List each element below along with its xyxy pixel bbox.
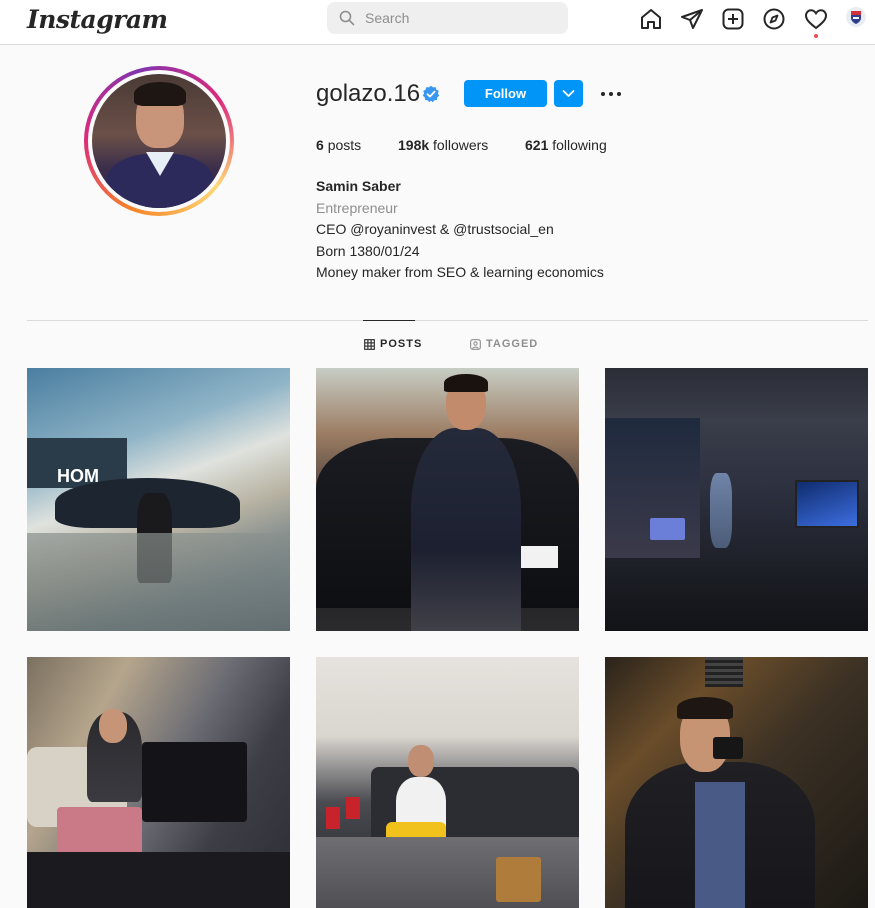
explore-icon[interactable] [762, 7, 786, 31]
follow-button[interactable]: Follow [464, 80, 547, 107]
post-thumbnail-4[interactable] [27, 657, 290, 908]
post-thumbnail-2[interactable] [316, 368, 579, 631]
tab-tagged-label: TAGGED [486, 338, 539, 350]
avatar-hair [134, 82, 186, 106]
profile-picture-frame [88, 70, 230, 212]
suggested-accounts-button[interactable] [554, 80, 583, 107]
top-nav-bar: Instagram [0, 0, 875, 45]
tab-tagged[interactable]: TAGGED [470, 338, 538, 350]
profile-full-name: Samin Saber [316, 178, 401, 194]
chevron-down-icon [562, 90, 575, 97]
bio-line-1: CEO @royaninvest & @trustsocial_en [316, 221, 554, 237]
imac-shape [142, 742, 247, 822]
search-input[interactable] [365, 8, 555, 28]
more-dot-3 [617, 92, 621, 96]
radiator-shape [705, 657, 743, 687]
wall-graffiti [456, 657, 579, 747]
person-hair [444, 374, 488, 392]
tab-posts-label: POSTS [380, 338, 423, 350]
desk-shape [27, 852, 290, 908]
activity-heart-icon[interactable] [804, 7, 828, 31]
profile-picture [92, 74, 226, 208]
person-shirt [695, 782, 745, 908]
tabs-divider [27, 320, 868, 321]
cobblestone-ground [27, 533, 290, 631]
red-cup-2 [346, 797, 360, 819]
person-face [408, 745, 434, 777]
red-cup [326, 807, 340, 829]
following-label: following [552, 137, 607, 153]
profile-username: golazo.16 [316, 80, 421, 107]
profile-avatar-icon[interactable] [846, 7, 866, 27]
followers-count: 198k [398, 137, 430, 153]
post-thumbnail-1[interactable]: HOM [27, 368, 290, 631]
post-thumbnail-3[interactable] [605, 368, 868, 631]
post-thumbnail-5[interactable] [316, 657, 579, 908]
person-hair [677, 697, 733, 719]
more-dot-1 [601, 92, 605, 96]
more-dot-2 [609, 92, 613, 96]
tv-screen [795, 480, 859, 528]
more-options-button[interactable] [600, 84, 622, 104]
verified-badge-icon [422, 85, 440, 103]
new-post-icon[interactable] [721, 7, 745, 31]
direct-message-icon[interactable] [680, 7, 704, 31]
laptop-screen [650, 518, 685, 540]
posts-label: posts [327, 137, 362, 153]
person-suit [411, 428, 521, 631]
posts-stat: 6 posts [316, 137, 361, 153]
person-shape [710, 473, 732, 548]
bio-line-2: Born 1380/01/24 [316, 242, 420, 259]
condiment-box [496, 857, 541, 902]
active-tab-indicator [363, 320, 415, 321]
search-icon [339, 10, 355, 26]
bio-line-3: Money maker from SEO & learning economic… [316, 264, 604, 280]
notification-dot [814, 34, 818, 38]
posts-count: 6 [316, 137, 324, 153]
profile-picture-ring[interactable] [84, 66, 234, 216]
tab-posts[interactable]: POSTS [364, 338, 422, 350]
grid-icon [364, 338, 375, 350]
followers-stat[interactable]: 198k followers [398, 137, 488, 153]
followers-label: followers [433, 137, 489, 153]
license-plate [516, 546, 558, 568]
home-icon[interactable] [639, 7, 663, 31]
search-box[interactable] [327, 2, 568, 34]
following-count: 621 [525, 137, 549, 153]
following-stat[interactable]: 621 following [525, 137, 607, 153]
profile-category: Entrepreneur [316, 199, 398, 216]
person-face [99, 709, 127, 743]
profile-bio: Samin Saber Entrepreneur CEO @royaninves… [316, 176, 604, 284]
phone-shape [713, 737, 743, 759]
post-thumbnail-6[interactable] [605, 657, 868, 908]
instagram-logo[interactable]: Instagram [27, 5, 168, 34]
tagged-icon [470, 338, 481, 350]
